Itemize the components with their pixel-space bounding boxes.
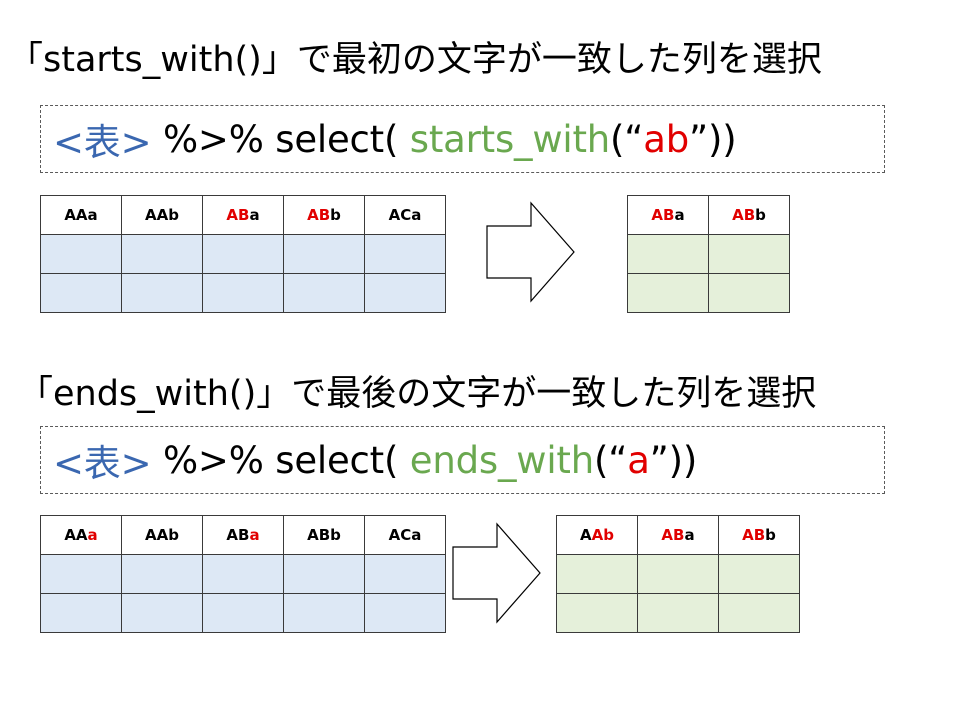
table-cell bbox=[718, 593, 800, 633]
table-cell bbox=[121, 234, 203, 274]
column-header-abb: ABb bbox=[718, 515, 800, 555]
table-cell bbox=[556, 593, 638, 633]
table-cell bbox=[40, 554, 122, 594]
column-header-aca: ACa bbox=[364, 195, 446, 235]
string-argument: ab bbox=[643, 117, 690, 161]
section1-code-box: <表> %>% select( starts_with (“ ab”)) bbox=[40, 105, 885, 173]
close-quote-parens: ”)) bbox=[689, 117, 737, 161]
column-header-aba: ABa bbox=[637, 515, 719, 555]
table-cell bbox=[718, 554, 800, 594]
string-argument: a bbox=[627, 438, 650, 482]
column-header-aca: ACa bbox=[364, 515, 446, 555]
column-header-aba: ABa bbox=[202, 195, 284, 235]
table-cell bbox=[708, 234, 790, 274]
section2-result-table: AAb ABa ABb bbox=[556, 515, 800, 633]
table-cell bbox=[121, 593, 203, 633]
table-cell bbox=[202, 234, 284, 274]
right-arrow-icon bbox=[486, 201, 575, 303]
function-name: starts_with bbox=[409, 117, 611, 161]
table-cell bbox=[708, 273, 790, 313]
table-cell bbox=[40, 593, 122, 633]
column-header-aba: ABa bbox=[202, 515, 284, 555]
table-token: <表> bbox=[53, 442, 152, 485]
header-row: ABa ABb bbox=[627, 195, 790, 235]
table-cell bbox=[283, 273, 365, 313]
table-row bbox=[556, 593, 800, 633]
column-header-abb: ABb bbox=[708, 195, 790, 235]
section2-heading: 「ends_with()」で最後の文字が一致した列を選択 bbox=[18, 374, 817, 414]
section1-result-table: ABa ABb bbox=[627, 195, 790, 313]
table-cell bbox=[202, 554, 284, 594]
right-arrow-icon bbox=[452, 522, 541, 624]
function-name: ends_with bbox=[409, 438, 594, 482]
table-cell bbox=[40, 273, 122, 313]
table-row bbox=[40, 554, 446, 594]
column-header-aaa: AAa bbox=[40, 195, 122, 235]
table-cell bbox=[364, 234, 446, 274]
table-cell bbox=[364, 273, 446, 313]
header-row: AAa AAb ABa ABb ACa bbox=[40, 515, 446, 555]
column-header-abb: ABb bbox=[283, 515, 365, 555]
column-header-aba: ABa bbox=[627, 195, 709, 235]
table-cell bbox=[283, 234, 365, 274]
table-row bbox=[40, 593, 446, 633]
table-cell bbox=[202, 593, 284, 633]
table-cell bbox=[283, 554, 365, 594]
close-quote-parens: ”)) bbox=[649, 438, 698, 482]
table-row bbox=[627, 234, 790, 274]
column-header-aab: AAb bbox=[121, 515, 203, 555]
table-token: <表> bbox=[53, 121, 152, 164]
table-row bbox=[40, 273, 446, 313]
header-row: AAb ABa ABb bbox=[556, 515, 800, 555]
table-cell bbox=[40, 234, 122, 274]
section2-source-table: AAa AAb ABa ABb ACa bbox=[40, 515, 446, 633]
table-cell bbox=[627, 234, 709, 274]
table-cell bbox=[121, 554, 203, 594]
table-cell bbox=[364, 593, 446, 633]
table-cell bbox=[627, 273, 709, 313]
table-cell bbox=[556, 554, 638, 594]
table-cell bbox=[364, 554, 446, 594]
open-paren-quote: (“ bbox=[593, 438, 628, 482]
open-paren-quote: (“ bbox=[610, 117, 644, 161]
header-row: AAa AAb ABa ABb ACa bbox=[40, 195, 446, 235]
column-header-aaa: AAa bbox=[40, 515, 122, 555]
table-row bbox=[40, 234, 446, 274]
table-row bbox=[627, 273, 790, 313]
column-header-aab: AAb bbox=[556, 515, 638, 555]
section1-source-table: AAa AAb ABa ABb ACa bbox=[40, 195, 446, 313]
pipe-select: %>% select( bbox=[151, 438, 410, 482]
table-cell bbox=[637, 593, 719, 633]
table-cell bbox=[202, 273, 284, 313]
table-row bbox=[556, 554, 800, 594]
table-cell bbox=[283, 593, 365, 633]
section2-code-box: <表> %>% select( ends_with (“ a”)) bbox=[40, 426, 885, 494]
table-cell bbox=[121, 273, 203, 313]
column-header-aab: AAb bbox=[121, 195, 203, 235]
section1-heading: 「starts_with()」で最初の文字が一致した列を選択 bbox=[8, 40, 822, 80]
pipe-select: %>% select( bbox=[151, 117, 410, 161]
table-cell bbox=[637, 554, 719, 594]
column-header-abb: ABb bbox=[283, 195, 365, 235]
